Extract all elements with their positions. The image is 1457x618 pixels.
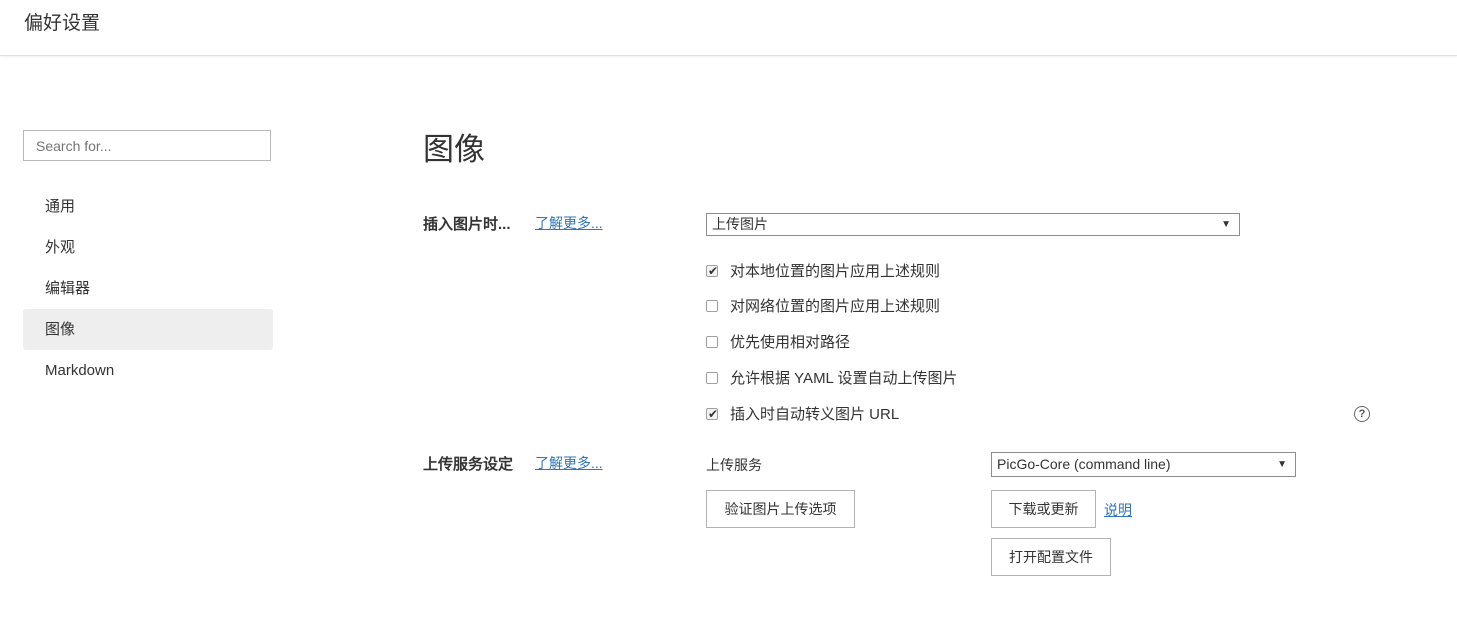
upload-service-learn-more-link[interactable]: 了解更多... bbox=[535, 453, 603, 473]
upload-service-value: PicGo-Core (command line) bbox=[997, 456, 1171, 472]
escape-url-label: 插入时自动转义图片 URL bbox=[730, 406, 900, 423]
yaml-upload-checkbox[interactable] bbox=[706, 372, 718, 384]
sidebar-item-general[interactable]: 通用 bbox=[23, 186, 273, 227]
upload-service-label: 上传服务 bbox=[706, 457, 762, 473]
title-bar: 偏好设置 bbox=[0, 0, 1457, 56]
insert-image-section-label: 插入图片时... bbox=[423, 216, 511, 233]
sidebar-item-image[interactable]: 图像 bbox=[23, 309, 273, 350]
apply-local-checkbox[interactable]: ✔ bbox=[706, 264, 718, 278]
checkmark-icon: ✔ bbox=[708, 407, 719, 421]
chevron-down-icon: ▼ bbox=[1221, 219, 1231, 230]
checkmark-icon: ✔ bbox=[708, 264, 719, 278]
chevron-down-icon: ▼ bbox=[1277, 459, 1287, 470]
question-circle-icon[interactable]: ? bbox=[1354, 406, 1370, 422]
sidebar-nav: 通用 外观 编辑器 图像 Markdown bbox=[23, 186, 273, 391]
apply-network-checkbox[interactable] bbox=[706, 300, 718, 312]
apply-network-label: 对网络位置的图片应用上述规则 bbox=[730, 298, 941, 315]
upload-service-section-label: 上传服务设定 bbox=[423, 456, 514, 473]
upload-service-select[interactable]: PicGo-Core (command line) ▼ bbox=[991, 452, 1296, 477]
escape-url-checkbox[interactable]: ✔ bbox=[706, 407, 718, 421]
sidebar-item-editor[interactable]: 编辑器 bbox=[23, 268, 273, 309]
relative-path-checkbox[interactable] bbox=[706, 336, 718, 348]
verify-upload-options-button[interactable]: 验证图片上传选项 bbox=[706, 490, 855, 528]
apply-local-label: 对本地位置的图片应用上述规则 bbox=[730, 263, 941, 280]
page-title: 图像 bbox=[423, 132, 485, 167]
open-config-file-button[interactable]: 打开配置文件 bbox=[991, 538, 1111, 576]
relative-path-label: 优先使用相对路径 bbox=[730, 334, 851, 351]
sidebar-item-appearance[interactable]: 外观 bbox=[23, 227, 273, 268]
search-input[interactable] bbox=[23, 130, 271, 161]
insert-image-learn-more-link[interactable]: 了解更多... bbox=[535, 213, 603, 233]
yaml-upload-label: 允许根据 YAML 设置自动上传图片 bbox=[730, 370, 958, 387]
insert-image-action-select[interactable]: 上传图片 ▼ bbox=[706, 213, 1240, 236]
window-title: 偏好设置 bbox=[24, 13, 101, 34]
sidebar-item-markdown[interactable]: Markdown bbox=[23, 350, 273, 391]
insert-image-action-value: 上传图片 bbox=[712, 216, 768, 232]
docs-link[interactable]: 说明 bbox=[1104, 500, 1132, 520]
download-or-update-button[interactable]: 下载或更新 bbox=[991, 490, 1096, 528]
